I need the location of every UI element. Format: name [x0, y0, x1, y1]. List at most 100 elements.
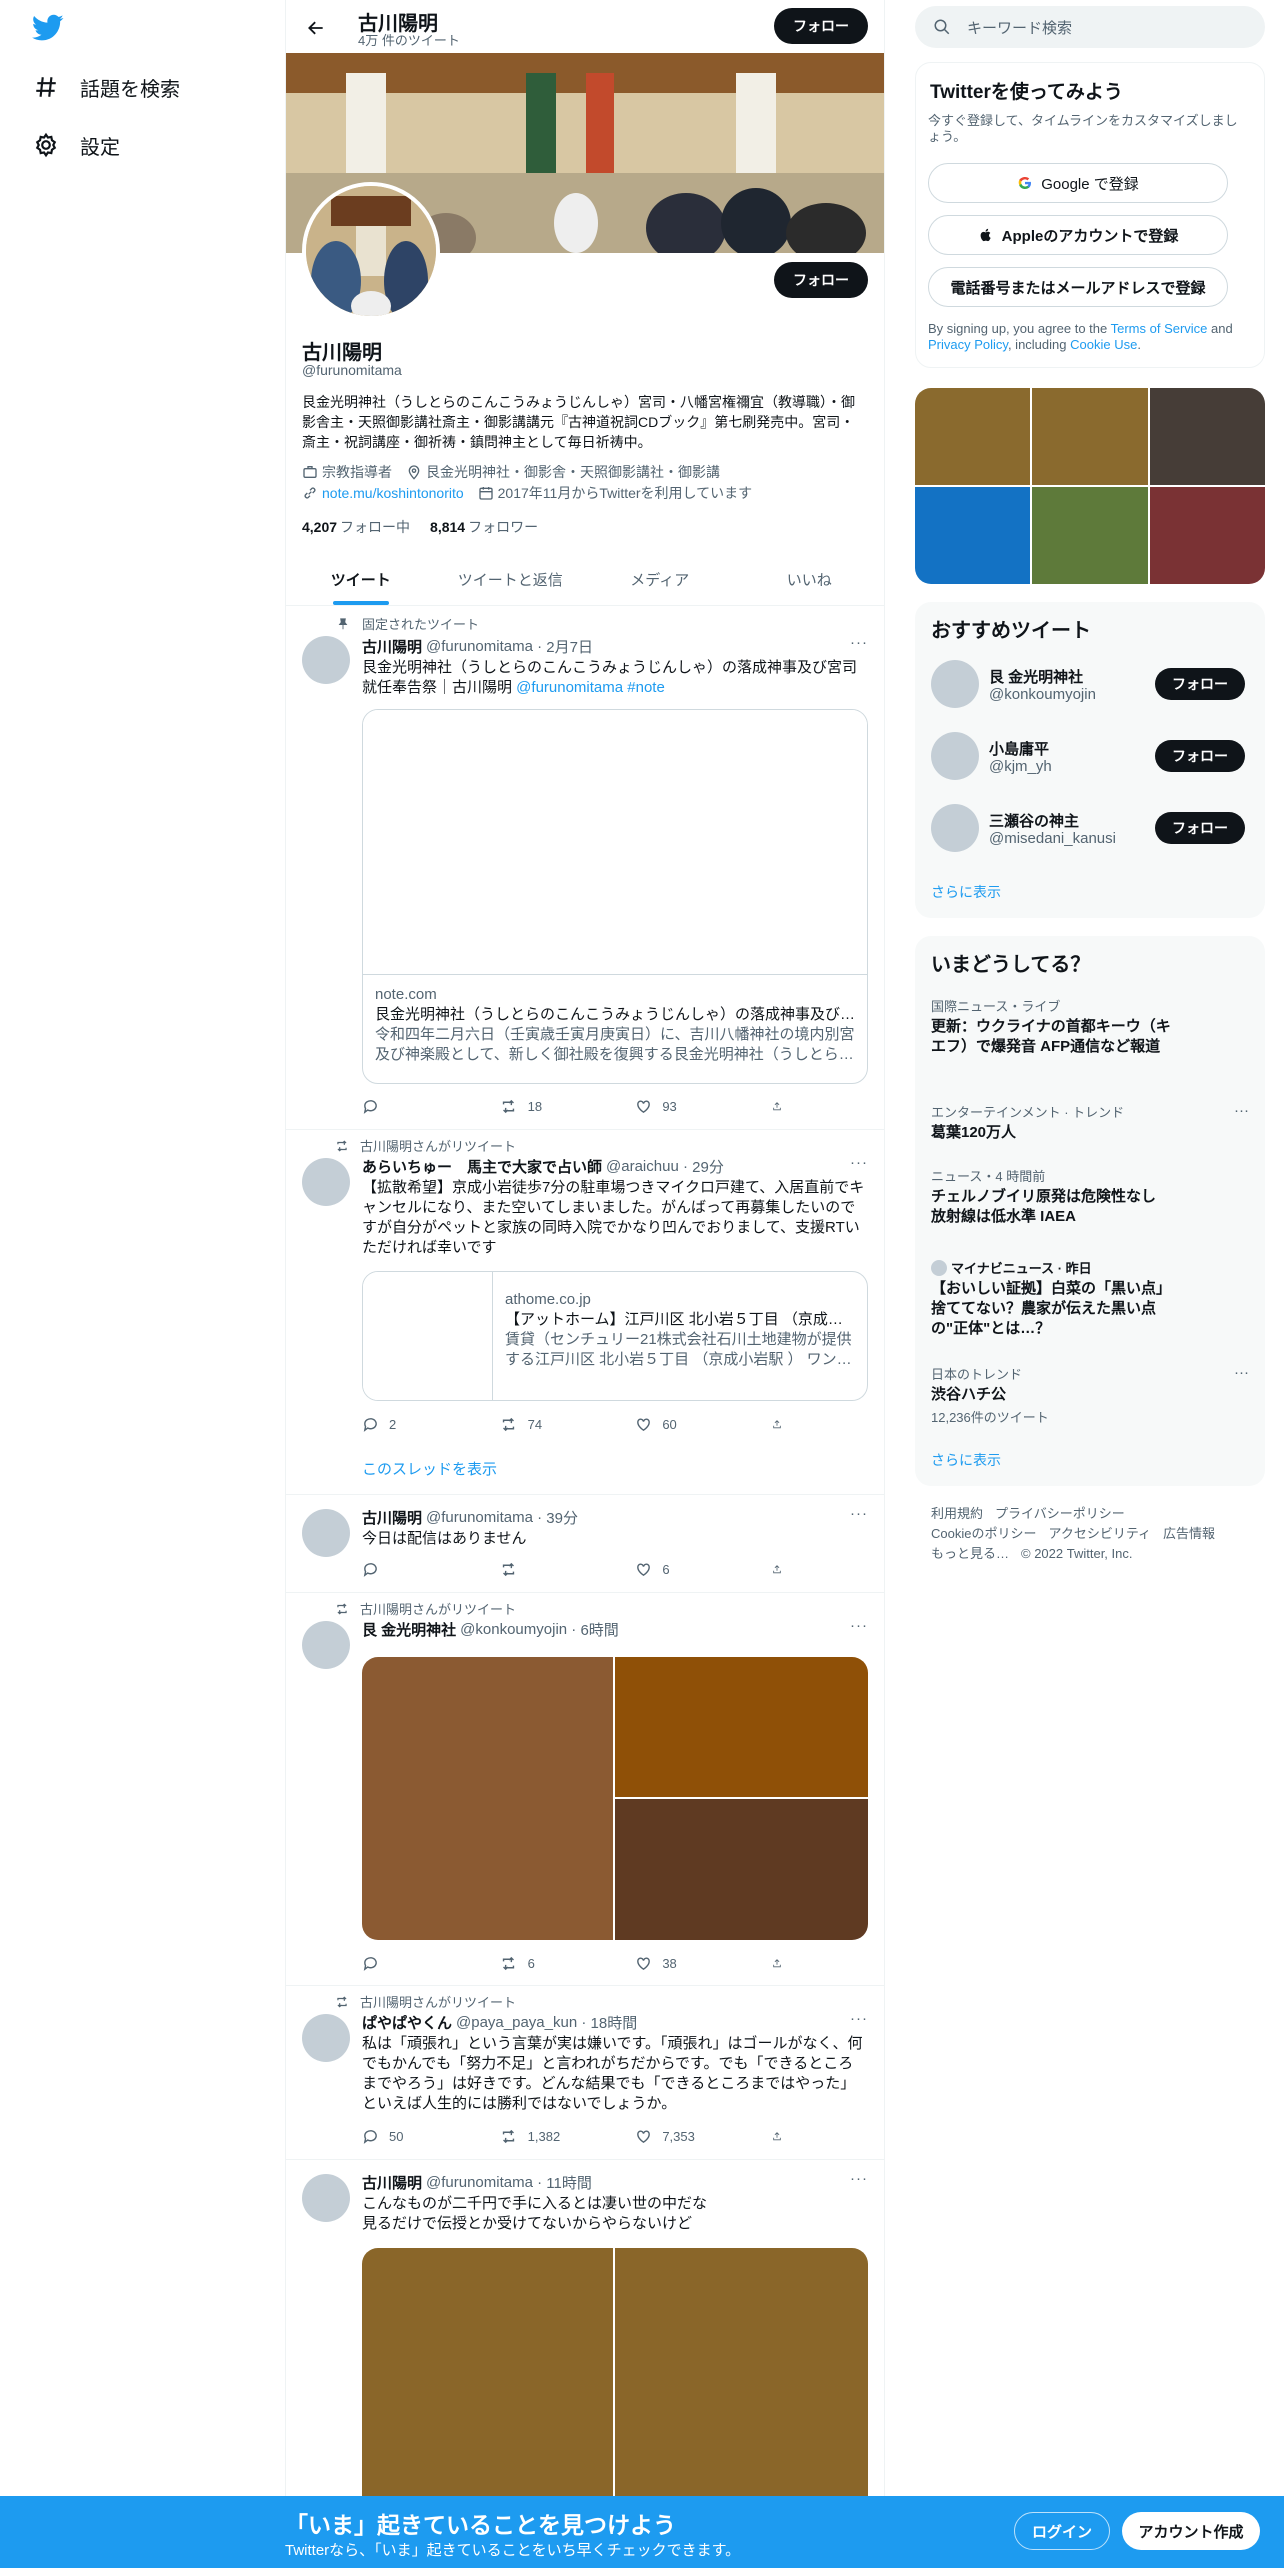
retweet-button[interactable] [499, 1561, 599, 1578]
tweet-item[interactable]: 固定されたツイート 古川陽明 @furunomitama · 2月7日 ··· … [286, 606, 884, 1130]
tweet-author-handle[interactable]: @furunomitama [426, 1509, 533, 1526]
avatar[interactable] [931, 660, 979, 708]
nav-explore[interactable]: 話題を検索 [32, 67, 180, 107]
more-options-icon[interactable]: ··· [850, 2010, 868, 2027]
footer-link[interactable]: プライバシーポリシー [995, 1506, 1125, 1521]
reply-button[interactable] [362, 1955, 462, 1972]
nav-settings[interactable]: 設定 [32, 125, 120, 165]
link-card[interactable]: note.com 艮金光明神社（うしとらのこんこうみょうじんしゃ）の落成神事及び… [362, 709, 868, 1084]
tweet-author-handle[interactable]: @konkoumyojin [460, 1621, 567, 1638]
recommend-show-more[interactable]: さらに表示 [931, 882, 1001, 902]
retweet-button[interactable]: 6 [499, 1955, 599, 1972]
share-button[interactable] [772, 1416, 792, 1433]
terms-link[interactable]: Terms of Service [1111, 321, 1208, 336]
trend-item[interactable]: マイナビニュース · 昨日 【おいしい証拠】白菜の「黒い点」捨ててない？農家が伝… [931, 1258, 1249, 1339]
tweet-author-name[interactable]: あらいちゅー 馬主で大家で占い師 [362, 1156, 602, 1177]
media-tile[interactable] [1032, 487, 1148, 584]
more-options-icon[interactable]: ··· [1234, 1102, 1249, 1119]
tweet-author-handle[interactable]: @furunomitama [426, 638, 533, 655]
apple-signup-button[interactable]: Appleのアカウントで登録 [928, 215, 1228, 255]
reply-button[interactable]: 2 [362, 1416, 462, 1433]
privacy-link[interactable]: Privacy Policy [928, 337, 1008, 352]
tweet-author-handle[interactable]: @furunomitama [426, 2174, 533, 2191]
reply-button[interactable] [362, 1098, 462, 1115]
tweet-author-handle[interactable]: @paya_paya_kun [456, 2014, 577, 2031]
login-button[interactable]: ログイン [1014, 2512, 1110, 2550]
footer-link[interactable]: アクセシビリティ [1048, 1526, 1151, 1541]
media-tile[interactable] [1150, 388, 1265, 485]
tweet-media-image[interactable] [615, 1799, 868, 1940]
avatar[interactable] [931, 804, 979, 852]
suggested-account[interactable]: 艮 金光明神社 @konkoumyojin フォロー [931, 654, 1249, 714]
more-options-icon[interactable]: ··· [850, 2170, 868, 2187]
cookie-link[interactable]: Cookie Use [1070, 337, 1137, 352]
profile-follow-button[interactable]: フォロー [774, 262, 868, 298]
follow-button[interactable]: フォロー [1155, 740, 1245, 772]
retweet-button[interactable]: 74 [499, 1416, 599, 1433]
footer-link[interactable]: Cookieのポリシー [931, 1526, 1036, 1541]
retweet-button[interactable]: 1,382 [499, 2128, 599, 2145]
tweet-item[interactable]: 古川陽明さんがリツイート ぱやぱやくん @paya_paya_kun · 18時… [286, 1986, 884, 2160]
tweet-time[interactable]: 2月7日 [546, 636, 593, 657]
tab-likes[interactable]: いいね [735, 553, 885, 605]
show-thread-link[interactable]: このスレッドを表示 [362, 1458, 497, 1479]
link-card[interactable]: athome.co.jp 【アットホーム】江戸川区 北小岩５丁目 （京成… 賃貸… [362, 1271, 868, 1401]
like-button[interactable]: 7,353 [635, 2128, 735, 2145]
twitter-logo-icon[interactable] [31, 14, 64, 42]
tweet-author-handle[interactable]: @araichuu [606, 1158, 679, 1175]
share-button[interactable] [772, 1955, 792, 1972]
tweet-author-name[interactable]: 艮 金光明神社 [362, 1619, 456, 1640]
avatar[interactable] [302, 2174, 350, 2222]
like-button[interactable]: 6 [635, 1561, 735, 1578]
google-signup-button[interactable]: Google で登録 [928, 163, 1228, 203]
retweet-button[interactable]: 18 [499, 1098, 599, 1115]
media-tile[interactable] [915, 388, 1030, 485]
avatar[interactable] [302, 1158, 350, 1206]
back-arrow-icon[interactable] [300, 12, 332, 44]
tweet-author-name[interactable]: ぱやぱやくん [362, 2012, 452, 2033]
profile-avatar[interactable] [302, 182, 440, 320]
tweet-time[interactable]: 6時間 [580, 1619, 618, 1640]
avatar[interactable] [302, 636, 350, 684]
tab-media[interactable]: メディア [585, 553, 735, 605]
tweet-media-image[interactable] [615, 1657, 868, 1797]
tweet-time[interactable]: 11時間 [546, 2172, 592, 2193]
avatar[interactable] [302, 1621, 350, 1669]
share-button[interactable] [772, 1561, 792, 1578]
footer-link[interactable]: 利用規約 [931, 1506, 983, 1521]
tweet-author-name[interactable]: 古川陽明 [362, 2172, 422, 2193]
footer-link[interactable]: 広告情報 [1163, 1526, 1215, 1541]
tweet-text-link[interactable]: @furunomitama #note [516, 679, 665, 696]
followers-stat[interactable]: 8,814 フォロワー [430, 517, 538, 537]
like-button[interactable]: 93 [635, 1098, 735, 1115]
tweet-time[interactable]: 29分 [692, 1156, 724, 1177]
follow-button[interactable]: フォロー [1155, 668, 1245, 700]
following-stat[interactable]: 4,207 フォロー中 [302, 517, 410, 537]
more-options-icon[interactable]: ··· [850, 1617, 868, 1634]
tweet-time[interactable]: 18時間 [591, 2012, 638, 2033]
more-options-icon[interactable]: ··· [850, 1505, 868, 1522]
like-button[interactable]: 38 [635, 1955, 735, 1972]
profile-website[interactable]: note.mu/koshintonorito [302, 485, 464, 501]
like-button[interactable]: 60 [635, 1416, 735, 1433]
tweet-time[interactable]: 39分 [546, 1507, 578, 1528]
media-tile[interactable] [1150, 487, 1265, 584]
reply-button[interactable]: 50 [362, 2128, 462, 2145]
footer-link[interactable]: もっと見る… [931, 1546, 1009, 1561]
tweet-media-image[interactable] [362, 1657, 613, 1940]
tweet-author-name[interactable]: 古川陽明 [362, 1507, 422, 1528]
follow-button[interactable]: フォロー [1155, 812, 1245, 844]
share-button[interactable] [772, 2128, 792, 2145]
trend-item[interactable]: 国際ニュース・ライブ 更新：ウクライナの首都キーウ（キエフ）で爆発音 AFP通信… [931, 996, 1249, 1057]
more-options-icon[interactable]: ··· [850, 1154, 868, 1171]
more-options-icon[interactable]: ··· [1234, 1364, 1249, 1381]
tweet-item[interactable]: 古川陽明さんがリツイート あらいちゅー 馬主で大家で占い師 @araichuu … [286, 1130, 884, 1495]
tweet-item[interactable]: 古川陽明 @furunomitama · 39分 ··· 今日は配信はありません… [286, 1495, 884, 1593]
media-tile[interactable] [1032, 388, 1148, 485]
suggested-account[interactable]: 三瀬谷の神主 @misedani_kanusi フォロー [931, 798, 1249, 858]
tweet-author-name[interactable]: 古川陽明 [362, 636, 422, 657]
avatar[interactable] [931, 732, 979, 780]
search-input[interactable]: キーワード検索 [915, 6, 1265, 48]
suggested-account[interactable]: 小島庸平 @kjm_yh フォロー [931, 726, 1249, 786]
tab-tweets-replies[interactable]: ツイートと返信 [436, 553, 586, 605]
